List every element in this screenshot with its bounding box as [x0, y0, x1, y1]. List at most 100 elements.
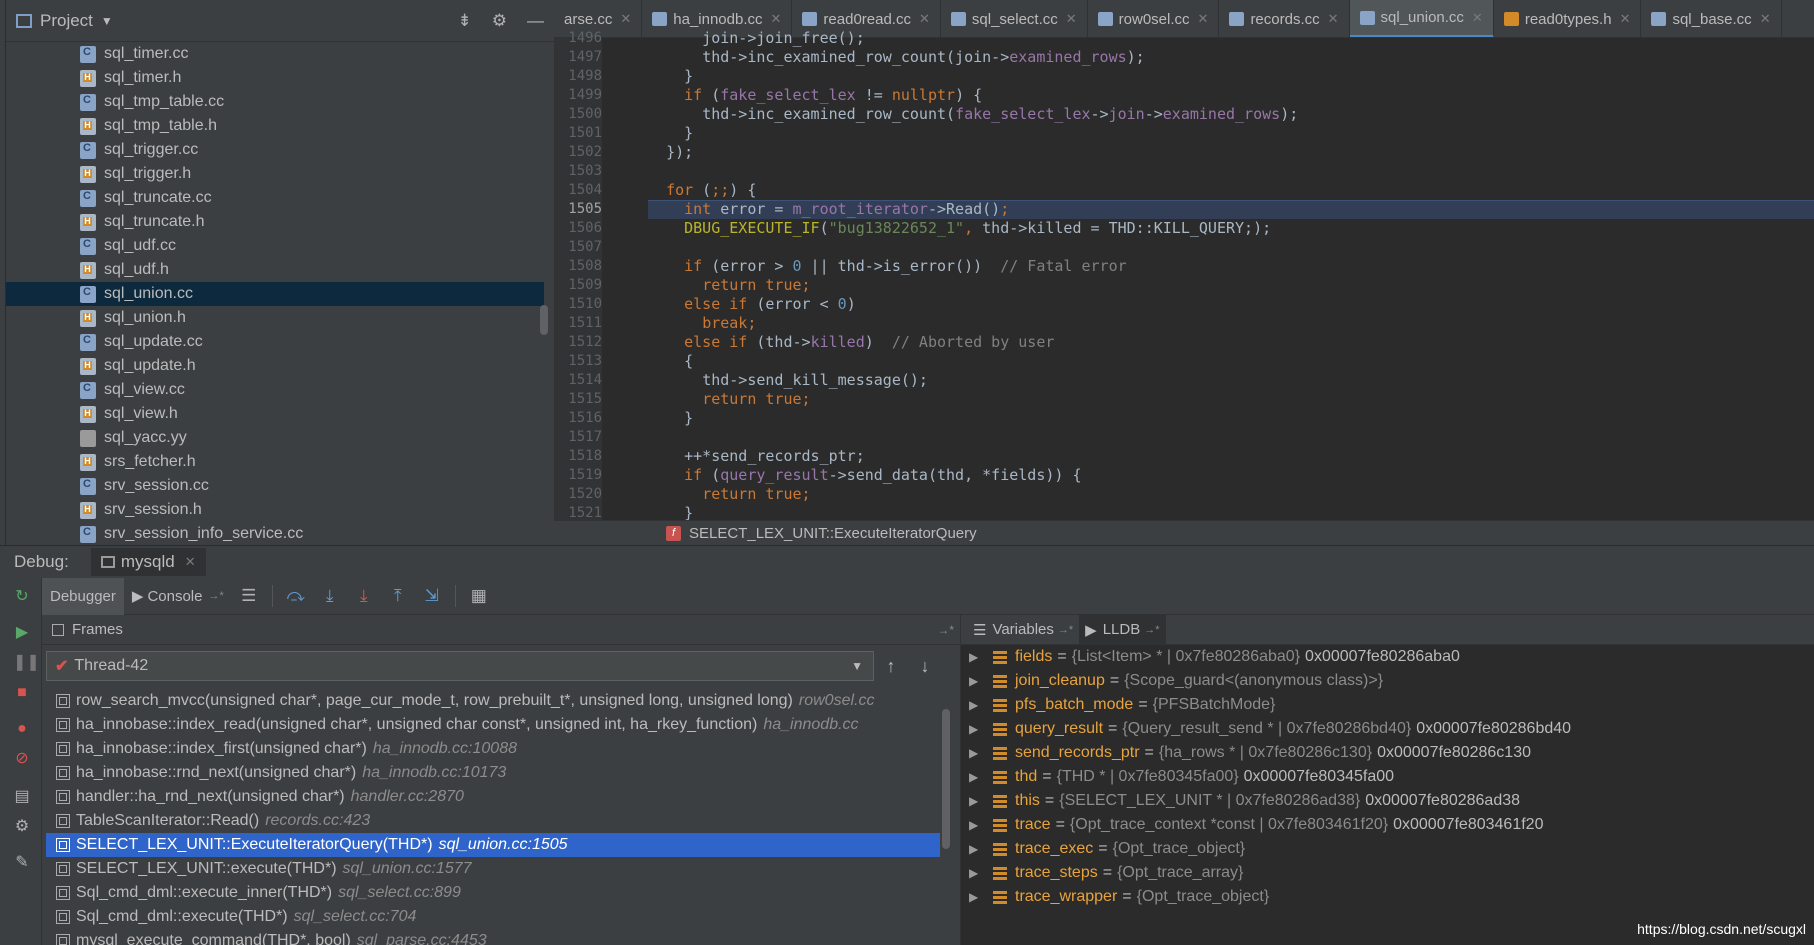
- tab-variables[interactable]: ☰ Variables →*: [967, 615, 1079, 645]
- expand-icon[interactable]: ▶: [969, 770, 987, 784]
- code-line[interactable]: 1507: [568, 238, 1814, 257]
- frames-scrollbar[interactable]: [940, 689, 952, 945]
- code-line[interactable]: 1520 return true;: [568, 485, 1814, 504]
- stack-frame[interactable]: ha_innobase::index_first(unsigned char*)…: [46, 737, 942, 761]
- pin-icon[interactable]: →*: [937, 623, 954, 637]
- force-step-into-icon[interactable]: ⤓: [347, 586, 381, 606]
- stack-frame[interactable]: SELECT_LEX_UNIT::execute(THD*) sql_union.…: [46, 857, 942, 881]
- code-line[interactable]: 1514 thd->send_kill_message();: [568, 371, 1814, 390]
- expand-icon[interactable]: ▶: [969, 650, 987, 664]
- expand-icon[interactable]: ▶: [969, 674, 987, 688]
- code-line[interactable]: 1505 int error = m_root_iterator->Read()…: [568, 200, 1814, 219]
- code-line[interactable]: 1500 thd->inc_examined_row_count(fake_se…: [568, 105, 1814, 124]
- stop-icon[interactable]: ■: [13, 684, 31, 702]
- code-line[interactable]: 1510 else if (error < 0): [568, 295, 1814, 314]
- tree-item[interactable]: srv_session.cc: [6, 474, 544, 498]
- code-line[interactable]: 1517: [568, 428, 1814, 447]
- thread-select[interactable]: ✔ Thread-42 ▼: [46, 651, 874, 681]
- variable-row[interactable]: ▶ query_result = {Query_result_send * | 0x7…: [961, 717, 1814, 741]
- stack-frame[interactable]: TableScanIterator::Read() records.cc:423: [46, 809, 942, 833]
- variable-row[interactable]: ▶ thd = {THD * | 0x7fe80345fa00} 0x00007fe80…: [961, 765, 1814, 789]
- close-icon[interactable]: ✕: [1328, 11, 1339, 27]
- code-line[interactable]: 1518 ++*send_records_ptr;: [568, 447, 1814, 466]
- tree-item[interactable]: sql_tmp_table.h: [6, 114, 544, 138]
- stack-frame[interactable]: ha_innobase::rnd_next(unsigned char*) ha_…: [46, 761, 942, 785]
- pause-icon[interactable]: ❚❚: [13, 654, 40, 672]
- tree-item[interactable]: sql_trigger.h: [6, 162, 544, 186]
- next-frame-icon[interactable]: ↓: [908, 656, 942, 677]
- code-line[interactable]: 1509 return true;: [568, 276, 1814, 295]
- tree-item[interactable]: sql_udf.cc: [6, 234, 544, 258]
- chevron-down-icon[interactable]: ▼: [101, 14, 113, 28]
- variable-row[interactable]: ▶ send_records_ptr = {ha_rows * | 0x7fe8028…: [961, 741, 1814, 765]
- code-area[interactable]: 1496 join->join_free(); 1497 thd->inc_exa…: [554, 29, 1814, 522]
- tree-item[interactable]: sql_truncate.cc: [6, 186, 544, 210]
- code-line[interactable]: 1519 if (query_result->send_data(thd, *f…: [568, 466, 1814, 485]
- tree-item[interactable]: sql_trigger.cc: [6, 138, 544, 162]
- breadcrumb-function[interactable]: SELECT_LEX_UNIT::ExecuteIteratorQuery: [689, 525, 977, 542]
- code-line[interactable]: 1511 break;: [568, 314, 1814, 333]
- settings-icon[interactable]: ⚙: [13, 818, 31, 836]
- project-title[interactable]: Project: [40, 11, 93, 31]
- tree-item[interactable]: sql_yacc.yy: [6, 426, 544, 450]
- code-line[interactable]: 1496 join->join_free();: [568, 29, 1814, 48]
- expand-icon[interactable]: ▶: [969, 818, 987, 832]
- expand-icon[interactable]: ▶: [969, 842, 987, 856]
- tree-item[interactable]: sql_truncate.h: [6, 210, 544, 234]
- close-icon[interactable]: ✕: [919, 11, 930, 27]
- stack-frame[interactable]: handler::ha_rnd_next(unsigned char*) hand…: [46, 785, 942, 809]
- gear-icon[interactable]: ⚙: [492, 11, 507, 31]
- tree-scrollbar[interactable]: [540, 305, 548, 335]
- variable-row[interactable]: ▶ trace_steps = {Opt_trace_array}: [961, 861, 1814, 885]
- stack-frame[interactable]: Sql_cmd_dml::execute(THD*) sql_select.cc:…: [46, 905, 942, 929]
- step-over-icon[interactable]: ⤼: [279, 586, 313, 606]
- code-line[interactable]: 1506 DBUG_EXECUTE_IF("bug13822652_1", th…: [568, 219, 1814, 238]
- variable-row[interactable]: ▶ join_cleanup = {Scope_guard<(anonymous cl…: [961, 669, 1814, 693]
- view-breakpoints-icon[interactable]: ●: [13, 720, 31, 738]
- tree-item[interactable]: sql_update.h: [6, 354, 544, 378]
- variable-row[interactable]: ▶ trace_exec = {Opt_trace_object}: [961, 837, 1814, 861]
- show-frames-icon[interactable]: ☰: [232, 586, 266, 606]
- tree-item[interactable]: sql_timer.cc: [6, 42, 544, 66]
- stack-frame[interactable]: SELECT_LEX_UNIT::ExecuteIteratorQuery(TH…: [46, 833, 942, 857]
- pin-icon[interactable]: ✎: [13, 854, 31, 872]
- debug-session-tab[interactable]: mysqld ✕: [90, 548, 206, 576]
- tab-lldb[interactable]: ▶ LLDB →*: [1079, 615, 1166, 645]
- tree-item[interactable]: srs_fetcher.h: [6, 450, 544, 474]
- tree-item[interactable]: sql_union.h: [6, 306, 544, 330]
- expand-icon[interactable]: ▶: [969, 722, 987, 736]
- tree-item[interactable]: srv_session_info_service.cc: [6, 522, 544, 545]
- tab-debugger[interactable]: Debugger: [42, 577, 124, 615]
- code-line[interactable]: 1516 }: [568, 409, 1814, 428]
- code-text[interactable]: 1496 join->join_free(); 1497 thd->inc_exa…: [568, 29, 1814, 522]
- variable-row[interactable]: ▶ trace = {Opt_trace_context *const | 0x7fe…: [961, 813, 1814, 837]
- code-line[interactable]: 1508 if (error > 0 || thd->is_error()) /…: [568, 257, 1814, 276]
- stack-frame[interactable]: row_search_mvcc(unsigned char*, page_cur…: [46, 689, 942, 713]
- resume-icon[interactable]: ▶: [13, 624, 31, 642]
- stack-frame[interactable]: mysql_execute_command(THD*, bool) sql_par…: [46, 929, 942, 945]
- code-line[interactable]: 1503: [568, 162, 1814, 181]
- code-line[interactable]: 1515 return true;: [568, 390, 1814, 409]
- scroll-thumb[interactable]: [942, 709, 950, 849]
- code-line[interactable]: 1502 });: [568, 143, 1814, 162]
- tree-item[interactable]: sql_view.cc: [6, 378, 544, 402]
- tree-item[interactable]: sql_view.h: [6, 402, 544, 426]
- close-icon[interactable]: ✕: [771, 11, 782, 27]
- expand-icon[interactable]: ▶: [969, 698, 987, 712]
- code-line[interactable]: 1498 }: [568, 67, 1814, 86]
- rerun-icon[interactable]: ↻: [13, 588, 31, 606]
- variable-row[interactable]: ▶ fields = {List<Item> * | 0x7fe80286aba0} 0…: [961, 645, 1814, 669]
- close-icon[interactable]: ✕: [1198, 11, 1209, 27]
- evaluate-expression-icon[interactable]: ▦: [462, 586, 496, 606]
- expand-icon[interactable]: ▶: [969, 890, 987, 904]
- variable-row[interactable]: ▶ pfs_batch_mode = {PFSBatchMode}: [961, 693, 1814, 717]
- step-out-icon[interactable]: ⤒: [381, 586, 415, 606]
- tree-item[interactable]: srv_session.h: [6, 498, 544, 522]
- close-icon[interactable]: ✕: [1620, 11, 1631, 27]
- expand-icon[interactable]: ▶: [969, 866, 987, 880]
- mute-breakpoints-icon[interactable]: ⊘: [13, 750, 31, 768]
- tree-item[interactable]: sql_union.cc: [6, 282, 544, 306]
- layout-icon[interactable]: ▤: [13, 788, 31, 806]
- variable-row[interactable]: ▶ this = {SELECT_LEX_UNIT * | 0x7fe80286ad3…: [961, 789, 1814, 813]
- close-icon[interactable]: ✕: [1472, 10, 1483, 26]
